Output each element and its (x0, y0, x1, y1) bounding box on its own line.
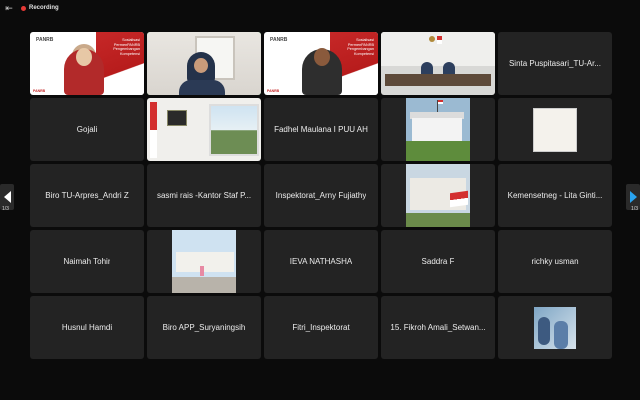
participant-tile[interactable]: Gojali (30, 98, 144, 161)
participant-tile[interactable] (498, 98, 612, 161)
participant-avatar-image (406, 164, 470, 227)
chevron-left-icon (3, 191, 11, 203)
top-bar: ⇤ Recording (0, 0, 640, 16)
person (538, 316, 550, 345)
participant-video (381, 32, 495, 95)
person (554, 320, 568, 349)
participant-tile[interactable]: Sinta Puspitasari_TU-Ar... (498, 32, 612, 95)
participant-tile[interactable]: Fadhel Maulana I PUU AH (264, 98, 378, 161)
face (194, 58, 208, 73)
participant-grid: Sosialisasi PermenPANRB Pengembangan Kompe… (30, 32, 612, 359)
participant-name: Biro APP_Suryaningsih (162, 323, 246, 332)
recording-dot-icon (21, 5, 26, 11)
lawn (406, 213, 470, 227)
participant-tile[interactable] (147, 230, 261, 293)
slide-footer: PANRB (267, 89, 280, 93)
participant-tile[interactable] (381, 32, 495, 95)
participant-tile[interactable]: Fitri_Inspektorat (264, 296, 378, 359)
participant-tile[interactable] (381, 164, 495, 227)
participant-tile[interactable] (147, 98, 261, 161)
page-indicator-right: 1/3 (631, 206, 638, 212)
window (209, 104, 259, 156)
participant-video: Sosialisasi PermenPANRB Pengembangan Kompe… (264, 32, 378, 95)
person (200, 266, 204, 276)
participant-tile[interactable]: Sosialisasi PermenPANRB Pengembangan Kompe… (264, 32, 378, 95)
participant-tile[interactable]: Naimah Tohir (30, 230, 144, 293)
participant-avatar-image (172, 230, 236, 293)
participant-tile[interactable]: richky usman (498, 230, 612, 293)
participant-tile[interactable] (498, 296, 612, 359)
palace-building (176, 252, 234, 272)
participant-video (147, 32, 261, 95)
participant-tile[interactable]: Sosialisasi PermenPANRB Pengembangan Kompe… (30, 32, 144, 95)
participant-name: Saddra F (421, 257, 455, 266)
speaker-head (76, 48, 92, 66)
participant-name: 15. Fikroh Amali_Setwan... (390, 323, 486, 332)
participant-tile[interactable]: Saddra F (381, 230, 495, 293)
recording-label: Recording (29, 5, 59, 11)
participant-name: Naimah Tohir (63, 257, 111, 266)
participant-name: IEVA NATHASHA (289, 257, 353, 266)
chevron-right-icon (629, 191, 637, 203)
slide-logo: PANRB (36, 37, 54, 43)
participant-name: Inspektorat_Arny Fujiathy (275, 191, 367, 200)
steps (172, 277, 236, 293)
participant-tile[interactable]: IEVA NATHASHA (264, 230, 378, 293)
slide-band-line: Kompetensi (119, 51, 140, 56)
participant-avatar-image (406, 98, 470, 161)
participant-name: Fadhel Maulana I PUU AH (274, 125, 368, 134)
palace-building (412, 118, 462, 142)
participant-name: Kemensetneg - Lita Ginti... (507, 191, 603, 200)
participant-video: Sosialisasi PermenPANRB Pengembangan Kompe… (30, 32, 144, 95)
participant-tile[interactable]: sasmi rais -Kantor Staf P... (147, 164, 261, 227)
speaker-body (179, 80, 225, 95)
slide-footer: PANRB (33, 89, 46, 93)
participant-name: sasmi rais -Kantor Staf P... (156, 191, 252, 200)
participant-name: Gojali (76, 125, 98, 134)
slide-band-line: Kompetensi (353, 51, 374, 56)
flag-icon (450, 190, 468, 208)
participant-tile[interactable]: Inspektorat_Arny Fujiathy (264, 164, 378, 227)
speaker-head (314, 48, 330, 66)
participant-tile[interactable]: Husnul Hamdi (30, 296, 144, 359)
participant-name: Husnul Hamdi (61, 323, 113, 332)
participant-name: richky usman (531, 257, 579, 266)
participant-tile[interactable] (147, 32, 261, 95)
slide-band-text: Sosialisasi PermenPANRB Pengembangan Kompe… (100, 38, 140, 56)
slide-logo: PANRB (270, 37, 288, 43)
participant-tile[interactable]: Biro APP_Suryaningsih (147, 296, 261, 359)
participant-video (147, 98, 261, 161)
participant-tile[interactable]: Kemensetneg - Lita Ginti... (498, 164, 612, 227)
participant-name: Sinta Puspitasari_TU-Ar... (508, 59, 602, 68)
page-indicator-left: 1/3 (2, 206, 9, 212)
garuda-emblem-icon (429, 36, 435, 42)
flag-icon (438, 100, 443, 104)
sidebar-toggle-icon[interactable]: ⇤ (3, 2, 15, 14)
wall-frame (167, 110, 187, 126)
flag-icon (437, 36, 442, 44)
flag-icon (150, 102, 157, 158)
participant-tile[interactable]: Biro TU-Arpres_Andri Z (30, 164, 144, 227)
slide-band-line: Sosialisasi PermenPANRB (347, 38, 374, 47)
lawn (406, 141, 470, 161)
participant-tile[interactable] (381, 98, 495, 161)
participant-tile[interactable]: 15. Fikroh Amali_Setwan... (381, 296, 495, 359)
meeting-table (385, 74, 491, 86)
participant-name: Fitri_Inspektorat (292, 323, 350, 332)
slide-band-line: Sosialisasi PermenPANRB (113, 38, 140, 47)
participant-avatar-image (534, 306, 576, 349)
participant-name: Biro TU-Arpres_Andri Z (45, 191, 129, 200)
slide-band-text: Sosialisasi PermenPANRB Pengembangan Kompe… (334, 38, 374, 56)
participant-avatar-image (533, 107, 577, 152)
